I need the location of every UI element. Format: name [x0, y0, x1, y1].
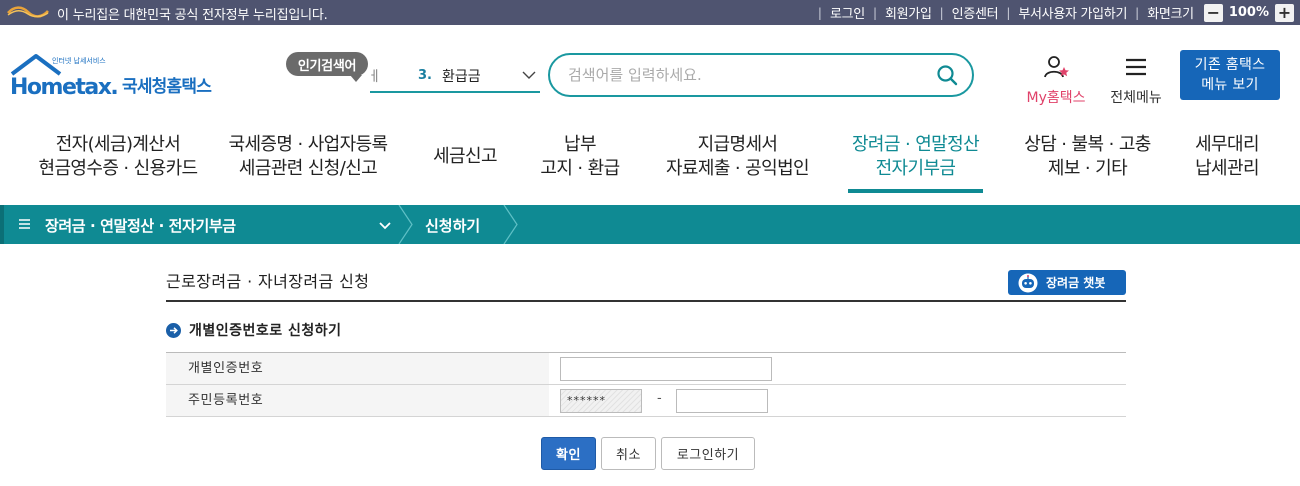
popular-cut-text: ㅔ: [368, 68, 378, 85]
header: 인터넷 납세서비스 Hometax. 국세청홈택스 인기검색어 ㅔ 3. 환급금…: [0, 25, 1300, 115]
breadcrumb-level2[interactable]: 신청하기: [425, 215, 480, 236]
user-star-icon: [1044, 56, 1069, 78]
breadcrumb: 장려금 · 연말정산 · 전자기부금 신청하기: [0, 205, 1300, 244]
nav-tax-return[interactable]: 세금신고: [420, 145, 510, 169]
utility-links: | 로그인 | 회원가입 | 인증센터 | 부서사용자 가입하기 | 화면크기 …: [810, 0, 1294, 25]
popular-term: 환급금: [441, 68, 481, 85]
title-divider: [166, 300, 1126, 302]
chatbot-button[interactable]: 장려금 챗봇: [1008, 270, 1126, 295]
nav-payment[interactable]: 납부 고지 · 환급: [530, 133, 630, 181]
button-row: 확인 취소 로그인하기: [0, 437, 1300, 471]
all-menu-button[interactable]: 전체메뉴: [1104, 55, 1168, 107]
cancel-button[interactable]: 취소: [601, 437, 656, 470]
hometax-logo[interactable]: 인터넷 납세서비스 Hometax. 국세청홈택스: [8, 52, 228, 102]
menu-icon[interactable]: [19, 219, 30, 229]
search-box: [548, 53, 974, 97]
chatbot-label: 장려금 챗봇: [1046, 276, 1106, 290]
logo-service-text: 국세청홈택스: [122, 76, 212, 97]
form-row: 주민등록번호 ****** -: [166, 385, 1126, 417]
resident-number-back-input[interactable]: [676, 389, 768, 413]
logo-small-text: 인터넷 납세서비스: [52, 56, 106, 65]
chatbot-icon: [1018, 273, 1038, 292]
arrow-circle-icon: [166, 322, 181, 338]
chevron-down-icon[interactable]: [378, 218, 392, 232]
individual-auth-label: 개별인증번호: [166, 353, 549, 384]
legacy-menu-button[interactable]: 기존 홈택스 메뉴 보기: [1180, 50, 1280, 100]
nav-payment-statement[interactable]: 지급명세서 자료제출 · 공익법인: [650, 133, 825, 181]
legacy-menu-line2: 메뉴 보기: [1201, 77, 1259, 93]
nav-certificates[interactable]: 국세증명 · 사업자등록 세금관련 신청/신고: [218, 133, 398, 181]
logo-brand-text: Hometax.: [10, 75, 117, 100]
search-icon[interactable]: [936, 64, 958, 86]
gov-banner: 이 누리집은 대한민국 공식 전자정부 누리집입니다. | 로그인 | 회원가입…: [0, 0, 1300, 25]
cert-center-link[interactable]: 인증센터: [952, 3, 999, 22]
breadcrumb-level1[interactable]: 장려금 · 연말정산 · 전자기부금: [45, 215, 236, 236]
all-menu-label: 전체메뉴: [1110, 90, 1162, 106]
dept-user-signup-link[interactable]: 부서사용자 가입하기: [1018, 3, 1127, 22]
individual-auth-number-input[interactable]: [560, 357, 772, 381]
search-input[interactable]: [568, 64, 928, 86]
my-hometax-button[interactable]: My홈택스: [1018, 55, 1094, 107]
chevron-down-icon: [522, 71, 536, 79]
resident-number-front-field: ******: [560, 389, 642, 413]
breadcrumb-separator: [398, 205, 413, 244]
nav-tax-agent[interactable]: 세무대리 납세관리: [1182, 133, 1272, 181]
nav-consulting[interactable]: 상담 · 불복 · 고충 제보 · 기타: [1015, 133, 1160, 181]
resident-number-dash: -: [657, 391, 662, 406]
page-title: 근로장려금 · 자녀장려금 신청: [166, 272, 370, 291]
login-link[interactable]: 로그인: [830, 3, 865, 22]
signup-link[interactable]: 회원가입: [885, 3, 932, 22]
resident-number-label: 주민등록번호: [166, 385, 549, 416]
form-row: 개별인증번호: [166, 353, 1126, 385]
nav-e-invoice[interactable]: 전자(세금)계산서 현금영수증 · 신용카드: [28, 133, 208, 181]
my-hometax-label: My홈택스: [1026, 90, 1086, 106]
zoom-out-button[interactable]: −: [1203, 3, 1223, 22]
popular-rank: 3.: [418, 68, 432, 83]
login-button[interactable]: 로그인하기: [661, 437, 755, 470]
popular-search-badge: 인기검색어: [286, 52, 368, 82]
gov-banner-text: 이 누리집은 대한민국 공식 전자정부 누리집입니다.: [57, 8, 328, 23]
nav-active-indicator: [848, 189, 983, 193]
section-title: 개별인증번호로 신청하기: [166, 320, 342, 340]
screen-size-label: 화면크기: [1147, 7, 1194, 22]
auth-form-table: 개별인증번호 주민등록번호 ****** -: [166, 352, 1126, 417]
confirm-button[interactable]: 확인: [541, 437, 596, 470]
breadcrumb-separator: [503, 205, 518, 244]
nav-incentive[interactable]: 장려금 · 연말정산 전자기부금: [838, 133, 993, 181]
zoom-in-button[interactable]: +: [1275, 3, 1294, 22]
hamburger-icon: [1126, 58, 1146, 76]
zoom-level: 100%: [1228, 5, 1269, 20]
main-nav: 전자(세금)계산서 현금영수증 · 신용카드 국세증명 · 사업자등록 세금관련 신…: [0, 115, 1300, 205]
egov-logo-icon: [7, 6, 49, 18]
popular-search-select[interactable]: ㅔ 3. 환급금: [368, 60, 540, 93]
section-title-text: 개별인증번호로 신청하기: [189, 323, 342, 339]
legacy-menu-line1: 기존 홈택스: [1194, 57, 1266, 73]
